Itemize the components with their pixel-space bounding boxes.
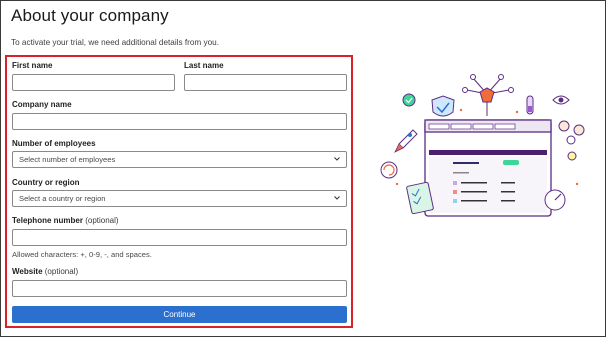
award-badge-icon bbox=[402, 93, 416, 107]
website-label-text: Website bbox=[12, 267, 43, 276]
website-label: Website (optional) bbox=[12, 267, 78, 276]
telephone-optional-text: (optional) bbox=[85, 216, 119, 225]
telephone-input[interactable] bbox=[12, 229, 347, 246]
rocket-icon bbox=[394, 129, 418, 153]
chevron-down-icon bbox=[334, 157, 340, 161]
first-name-label: First name bbox=[12, 61, 53, 70]
last-name-label: Last name bbox=[184, 61, 224, 70]
telephone-label: Telephone number (optional) bbox=[12, 216, 119, 225]
website-input[interactable] bbox=[12, 280, 347, 297]
employees-select-placeholder: Select number of employees bbox=[19, 155, 116, 164]
country-label: Country or region bbox=[12, 178, 80, 187]
shield-check-icon bbox=[431, 95, 455, 117]
speedometer-icon bbox=[544, 189, 566, 211]
people-gear-icon bbox=[558, 120, 585, 145]
last-name-input[interactable] bbox=[184, 74, 347, 91]
lightbulb-icon bbox=[567, 151, 577, 161]
website-optional-text: (optional) bbox=[44, 267, 79, 276]
page-title: About your company bbox=[11, 6, 169, 25]
test-tube-icon bbox=[526, 95, 534, 115]
chevron-down-icon bbox=[334, 196, 340, 200]
onboarding-illustration bbox=[380, 74, 585, 217]
employees-label: Number of employees bbox=[12, 139, 96, 148]
network-hub-icon bbox=[462, 74, 514, 116]
company-name-input[interactable] bbox=[12, 113, 347, 130]
first-name-input[interactable] bbox=[12, 74, 175, 91]
page-subtitle: To activate your trial, we need addition… bbox=[11, 38, 219, 47]
telephone-hint: Allowed characters: +, 0-9, -, and space… bbox=[12, 250, 152, 259]
company-name-label: Company name bbox=[12, 100, 72, 109]
telephone-label-text: Telephone number bbox=[12, 216, 83, 225]
dashboard-window-icon bbox=[424, 119, 552, 217]
eye-icon bbox=[552, 95, 570, 105]
country-select[interactable]: Select a country or region bbox=[12, 190, 347, 207]
continue-button[interactable]: Continue bbox=[12, 306, 347, 323]
refresh-icon bbox=[380, 161, 398, 179]
country-select-placeholder: Select a country or region bbox=[19, 194, 106, 203]
employees-select[interactable]: Select number of employees bbox=[12, 151, 347, 168]
